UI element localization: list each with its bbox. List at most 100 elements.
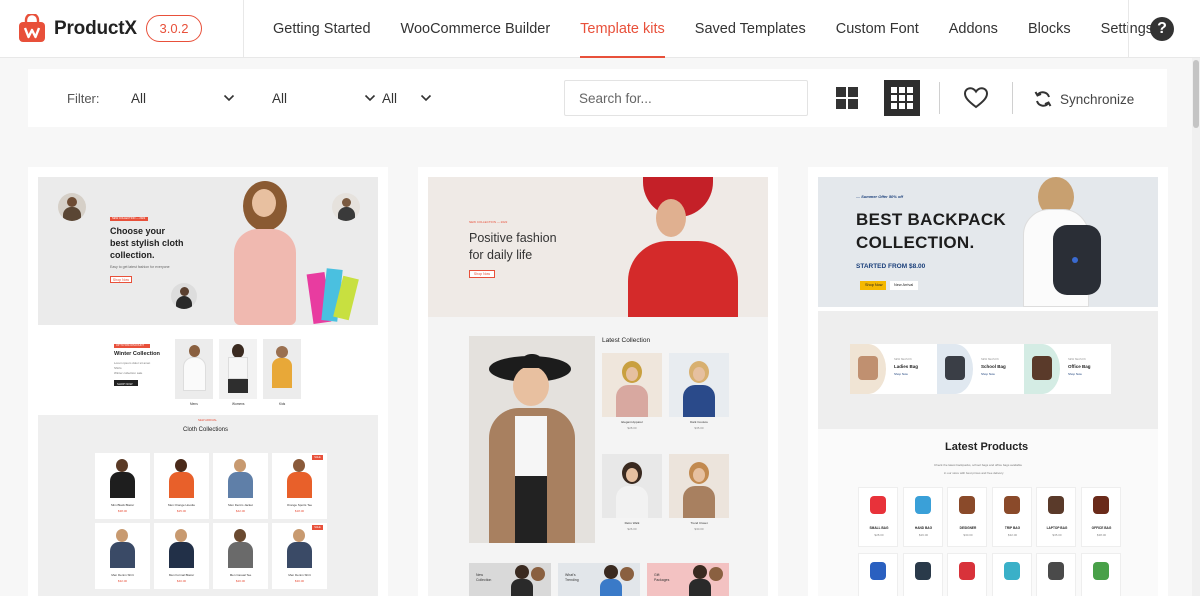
preview-latest-model bbox=[683, 385, 715, 417]
preview-avatar-image bbox=[58, 193, 86, 221]
preview-product-image bbox=[959, 562, 975, 580]
preview-product-image bbox=[234, 459, 246, 472]
template-card-fashion[interactable]: NEW COLLECTION — 2022 Choose your best s… bbox=[28, 167, 388, 596]
preview-product-price: $30.00 bbox=[963, 533, 973, 537]
preview-product-name: HAND BAG bbox=[914, 526, 933, 530]
preview-banner-image bbox=[689, 579, 711, 596]
preview-product-card: Slim Black Blazer $38.00 bbox=[95, 453, 150, 519]
preview-product-image bbox=[116, 459, 128, 472]
preview-product-price: $38.00 bbox=[117, 509, 128, 513]
preview-hero-tag: NEW COLLECTION — 2022 bbox=[112, 217, 146, 220]
template-preview: — Summer Offer 50% off BEST BACKPACK COL… bbox=[818, 177, 1158, 596]
template-card-backpack[interactable]: — Summer Offer 50% off BEST BACKPACK COL… bbox=[808, 167, 1168, 596]
nav-addons[interactable]: Addons bbox=[934, 0, 1013, 58]
nav-getting-started[interactable]: Getting Started bbox=[258, 0, 386, 58]
preview-category-name: School Bag bbox=[981, 364, 1006, 369]
nav-template-kits[interactable]: Template kits bbox=[565, 0, 680, 58]
preview-banner: Gift Packages bbox=[647, 563, 729, 596]
preview-category-label: Womens bbox=[232, 402, 245, 406]
preview-category-label: Mens bbox=[190, 402, 198, 406]
preview-banner-text: What's bbox=[565, 573, 576, 577]
search-box bbox=[564, 80, 808, 116]
preview-products-desc: in our store with best prices and free d… bbox=[944, 471, 1004, 475]
preview-avatar-image bbox=[171, 283, 197, 309]
preview-product-image bbox=[870, 496, 886, 514]
grid-view-3-button[interactable] bbox=[884, 80, 920, 116]
preview-banner-text: New bbox=[476, 573, 484, 577]
preview-product-image bbox=[1092, 496, 1109, 514]
preview-product-card: Men Casual Tee $20.00 bbox=[213, 523, 268, 589]
preview-product-image bbox=[1048, 496, 1064, 514]
preview-products-desc: Check the latest backpacks, school bags … bbox=[934, 463, 1022, 467]
nav-custom-font[interactable]: Custom Font bbox=[821, 0, 934, 58]
preview-category-link: Shop Now bbox=[1068, 372, 1082, 376]
preview-latest-model bbox=[693, 468, 705, 482]
chevron-down-icon bbox=[420, 94, 432, 102]
preview-latest-model bbox=[683, 486, 715, 518]
grid-view-2-button[interactable] bbox=[829, 80, 865, 116]
preview-latest-model bbox=[626, 468, 638, 482]
preview-product-card: SMALL BAG $28.00 bbox=[858, 487, 898, 547]
preview-winter-title: Winter Collection bbox=[114, 351, 160, 357]
preview-latest-image bbox=[602, 353, 662, 417]
preview-hero-title: Choose your bbox=[110, 226, 166, 236]
preview-winter-tag: UP TO 50% DISCOUNT bbox=[116, 344, 144, 347]
preview-latest-image bbox=[669, 353, 729, 417]
preview-product-card: OFFICE BAG $38.00 bbox=[1080, 487, 1121, 547]
preview-latest-name: Trend Closet bbox=[690, 521, 708, 525]
preview-product-price: $25.00 bbox=[176, 509, 187, 513]
help-button[interactable]: ? bbox=[1150, 17, 1174, 41]
preview-category-card: NEW SEASON Office Bag Shop Now bbox=[1024, 344, 1111, 394]
preview-product-price: $35.00 bbox=[1052, 533, 1062, 537]
preview-avatar-image bbox=[332, 193, 360, 221]
synchronize-button[interactable]: Synchronize bbox=[1034, 89, 1134, 109]
filter-select-1[interactable]: All bbox=[131, 89, 235, 109]
preview-backpack-logo bbox=[1072, 257, 1078, 263]
preview-product-card: Orange Sports Tee $18.00 bbox=[272, 453, 327, 519]
preview-winter-desc: Lorem ipsum dolor sit amet bbox=[114, 361, 151, 365]
preview-product-card: DESIGNER $30.00 bbox=[947, 487, 987, 547]
nav-woocommerce-builder[interactable]: WooCommerce Builder bbox=[386, 0, 566, 58]
favorite-heart-icon[interactable] bbox=[964, 87, 988, 109]
scrollbar-thumb[interactable] bbox=[1193, 60, 1199, 128]
brand-logo[interactable]: ProductX bbox=[18, 14, 137, 43]
preview-category-link: Shop Now bbox=[981, 372, 995, 376]
header-divider bbox=[1128, 0, 1129, 58]
preview-product-card: Men Orange Hoodie $25.00 bbox=[154, 453, 209, 519]
filter-select-3[interactable]: All bbox=[382, 89, 432, 109]
preview-product-image bbox=[1003, 496, 1020, 514]
grid-3x3-icon bbox=[891, 87, 913, 109]
search-input[interactable] bbox=[565, 81, 807, 115]
preview-banner-text: Collection bbox=[476, 578, 492, 582]
nav-saved-templates[interactable]: Saved Templates bbox=[680, 0, 821, 58]
preview-category-name: Office Bag bbox=[1068, 364, 1091, 369]
sync-icon bbox=[1034, 91, 1052, 107]
preview-banner-text: Packages bbox=[654, 578, 670, 582]
preview-sale-badge: SALE bbox=[312, 525, 323, 530]
filter-select-2[interactable]: All bbox=[272, 89, 376, 109]
template-preview: NEW COLLECTION — 2022 Positive fashion f… bbox=[428, 177, 768, 596]
template-preview: NEW COLLECTION — 2022 Choose your best s… bbox=[38, 177, 378, 596]
preview-product-card bbox=[947, 553, 987, 596]
preview-product-image bbox=[914, 496, 931, 514]
preview-product-name: Men Orange Hoodie bbox=[167, 503, 196, 507]
preview-banner-image bbox=[604, 565, 618, 579]
preview-product-image bbox=[110, 542, 135, 568]
preview-hero-title: for daily life bbox=[469, 248, 533, 262]
preview-banner: New Collection bbox=[469, 563, 551, 596]
template-card-positive-fashion[interactable]: NEW COLLECTION — 2022 Positive fashion f… bbox=[418, 167, 778, 596]
nav-blocks[interactable]: Blocks bbox=[1013, 0, 1086, 58]
preview-latest-price: $26.00 bbox=[627, 527, 637, 531]
preview-category-tag: NEW SEASON bbox=[1068, 358, 1086, 361]
preview-product-image bbox=[287, 472, 312, 498]
preview-banner-image bbox=[693, 565, 707, 579]
preview-latest-price: $28.00 bbox=[627, 426, 637, 430]
preview-product-image bbox=[228, 472, 253, 498]
preview-product-image bbox=[175, 459, 187, 472]
preview-model-face bbox=[252, 189, 276, 217]
filter-select-value: All bbox=[131, 91, 147, 106]
preview-products-title: Latest Products bbox=[945, 441, 1029, 453]
page-scrollbar[interactable] bbox=[1192, 58, 1200, 596]
preview-product-name: Men Denim Shirt bbox=[111, 573, 134, 577]
preview-collection-title: Cloth Collections bbox=[183, 427, 229, 433]
